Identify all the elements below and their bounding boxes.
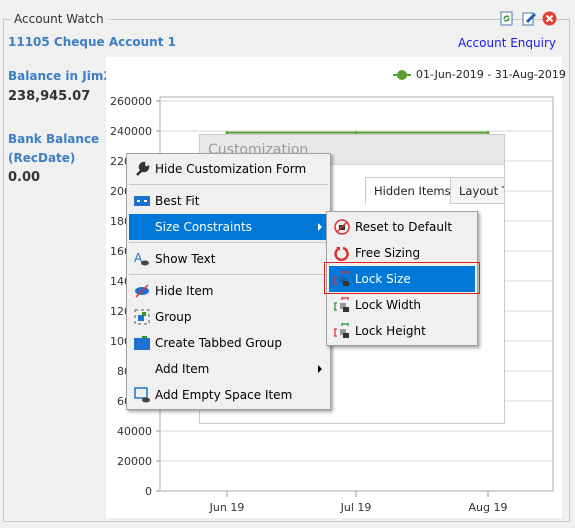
menu-item-hide-customization-form[interactable]: Hide Customization Form xyxy=(129,156,328,182)
menu-item-best-fit[interactable]: Best Fit xyxy=(129,188,328,214)
wrench-icon xyxy=(136,161,150,176)
menu-item-size-constraints[interactable]: Size Constraints xyxy=(129,214,328,240)
group-icon xyxy=(134,309,150,325)
x-tick-label: Jun 19 xyxy=(209,501,245,514)
menu-item-create-tabbed-group[interactable]: Create Tabbed Group xyxy=(129,330,328,356)
menu-item-group[interactable]: Group xyxy=(129,304,328,330)
x-tick-label: Aug 19 xyxy=(469,501,508,514)
submenu-arrow-icon xyxy=(318,365,322,373)
y-tick-label: 260000 xyxy=(110,95,152,108)
tabbed-group-icon xyxy=(134,336,150,350)
menu-item-lock-width[interactable]: Lock Width xyxy=(329,292,475,318)
empty-space-icon xyxy=(134,387,150,403)
menu-item-hide-item[interactable]: Hide Item xyxy=(129,278,328,304)
y-tick-label: 40000 xyxy=(117,425,152,438)
x-tick-label: Jul 19 xyxy=(340,501,372,514)
selection-highlight-frame xyxy=(324,262,480,294)
tab-layout-tree[interactable]: Layout Tr xyxy=(450,177,505,204)
legend-marker xyxy=(397,70,407,80)
best-fit-icon xyxy=(134,196,150,206)
menu-item-add-empty-space-item[interactable]: Add Empty Space Item xyxy=(129,382,328,408)
menu-item-add-item[interactable]: Add Item xyxy=(129,356,328,382)
free-sizing-icon xyxy=(334,246,349,261)
lock-width-icon xyxy=(334,297,349,312)
lock-height-icon xyxy=(334,323,349,338)
menu-item-lock-height[interactable]: Lock Height xyxy=(329,318,475,344)
y-tick-label: 240000 xyxy=(110,125,152,138)
show-text-icon: A xyxy=(134,251,149,266)
reset-icon xyxy=(334,219,350,235)
menu-item-show-text[interactable]: A Show Text xyxy=(129,246,328,272)
y-tick-label: 0 xyxy=(145,485,152,498)
tab-hidden-items[interactable]: Hidden Items xyxy=(365,177,460,204)
y-tick-label: 20000 xyxy=(117,455,152,468)
menu-item-reset-to-default[interactable]: Reset to Default xyxy=(329,214,475,240)
hide-item-icon xyxy=(135,284,149,298)
legend-label: 01-Jun-2019 - 31-Aug-2019 xyxy=(416,68,566,81)
context-menu: Hide Customization Form Best Fit Size Co… xyxy=(126,153,331,410)
submenu-arrow-icon xyxy=(318,223,322,231)
